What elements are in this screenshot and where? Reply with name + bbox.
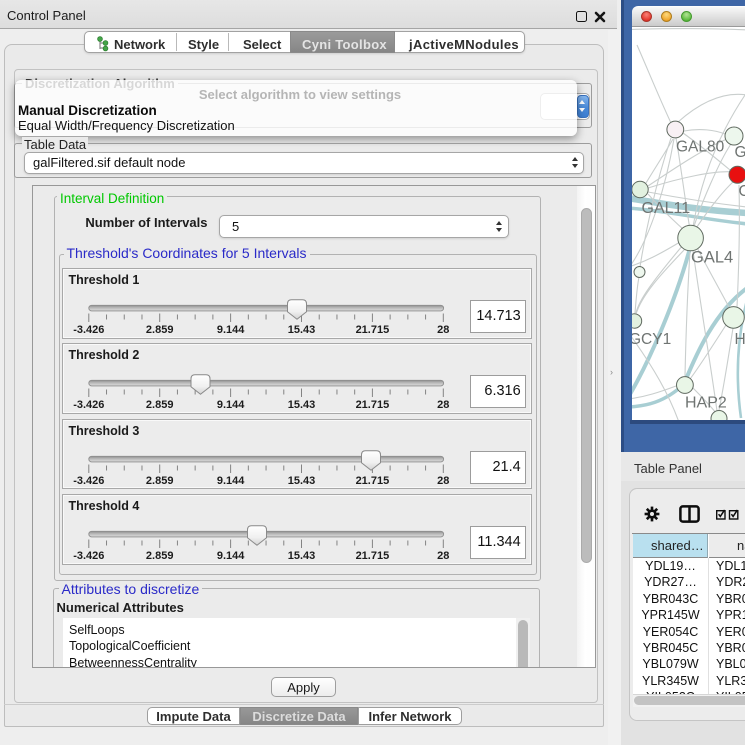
svg-text:15.43: 15.43 bbox=[288, 324, 316, 336]
svg-text:9.144: 9.144 bbox=[217, 475, 245, 487]
svg-text:H: H bbox=[735, 331, 745, 348]
svg-text:2.859: 2.859 bbox=[146, 324, 174, 336]
svg-text:GAL11: GAL11 bbox=[642, 200, 691, 217]
svg-text:28: 28 bbox=[437, 550, 449, 562]
svg-text:28: 28 bbox=[437, 475, 449, 487]
svg-text:2.859: 2.859 bbox=[146, 550, 174, 562]
svg-text:2.859: 2.859 bbox=[146, 399, 174, 411]
svg-text:15.43: 15.43 bbox=[288, 550, 316, 562]
svg-text:21.715: 21.715 bbox=[356, 475, 390, 487]
svg-text:GCY1: GCY1 bbox=[632, 331, 671, 348]
svg-text:GAL80: GAL80 bbox=[676, 139, 725, 156]
svg-text:9.144: 9.144 bbox=[217, 550, 245, 562]
svg-text:21.715: 21.715 bbox=[356, 550, 390, 562]
svg-text:GAL4: GAL4 bbox=[691, 249, 733, 267]
svg-text:-3.426: -3.426 bbox=[73, 550, 104, 562]
svg-text:-3.426: -3.426 bbox=[73, 324, 104, 336]
svg-text:-3.426: -3.426 bbox=[73, 399, 104, 411]
svg-text:2.859: 2.859 bbox=[146, 475, 174, 487]
svg-text:28: 28 bbox=[437, 399, 449, 411]
svg-text:15.43: 15.43 bbox=[288, 475, 316, 487]
svg-text:9.144: 9.144 bbox=[217, 324, 245, 336]
svg-text:28: 28 bbox=[437, 324, 449, 336]
svg-text:15.43: 15.43 bbox=[288, 399, 316, 411]
svg-text:CC: CC bbox=[739, 183, 745, 200]
svg-text:GA: GA bbox=[735, 144, 745, 161]
svg-text:21.715: 21.715 bbox=[356, 324, 390, 336]
svg-text:HAP2: HAP2 bbox=[685, 395, 727, 412]
svg-text:-3.426: -3.426 bbox=[73, 475, 104, 487]
svg-text:9.144: 9.144 bbox=[217, 399, 245, 411]
svg-text:21.715: 21.715 bbox=[356, 399, 390, 411]
